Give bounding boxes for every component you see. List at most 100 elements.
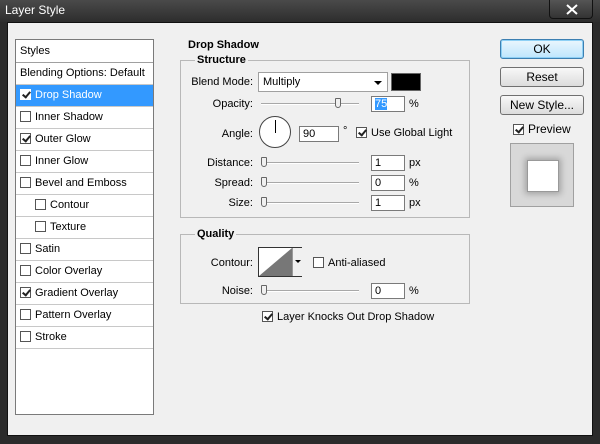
style-item-bevel-and-emboss[interactable]: Bevel and Emboss: [16, 173, 153, 195]
blend-mode-value: Multiply: [263, 76, 301, 88]
style-item-pattern-overlay[interactable]: Pattern Overlay: [16, 305, 153, 327]
close-icon: [566, 4, 578, 15]
style-item-contour[interactable]: Contour: [16, 195, 153, 217]
style-item-inner-glow[interactable]: Inner Glow: [16, 151, 153, 173]
style-item-label: Outer Glow: [35, 133, 91, 145]
opacity-unit: %: [409, 98, 419, 110]
check-icon: [513, 124, 524, 135]
check-icon: [356, 127, 367, 138]
style-item-blending-options-default[interactable]: Blending Options: Default: [16, 63, 153, 85]
blend-mode-select[interactable]: Multiply: [258, 72, 388, 92]
style-item-label: Inner Shadow: [35, 111, 103, 123]
style-item-texture[interactable]: Texture: [16, 217, 153, 239]
style-item-gradient-overlay[interactable]: Gradient Overlay: [16, 283, 153, 305]
spread-input[interactable]: 0: [371, 175, 405, 191]
distance-slider-thumb[interactable]: [261, 157, 267, 167]
contour-curve-icon: [259, 248, 292, 276]
style-item-satin[interactable]: Satin: [16, 239, 153, 261]
layer-style-window: Layer Style Styles Blending Options: Def…: [0, 0, 600, 444]
dialog-body: Styles Blending Options: Default Drop Sha…: [7, 22, 593, 436]
window-title: Layer Style: [5, 3, 66, 17]
distance-label: Distance:: [207, 157, 253, 169]
styles-header: Styles: [16, 40, 153, 63]
ok-button[interactable]: OK: [500, 39, 584, 59]
reset-button[interactable]: Reset: [500, 67, 584, 87]
style-item-label: Drop Shadow: [35, 89, 102, 101]
title-bar[interactable]: Layer Style: [0, 0, 600, 22]
checkbox-box[interactable]: [20, 331, 31, 342]
style-item-color-overlay[interactable]: Color Overlay: [16, 261, 153, 283]
style-item-stroke[interactable]: Stroke: [16, 327, 153, 349]
use-global-light-checkbox[interactable]: Use Global Light: [356, 127, 452, 139]
preview-thumbnail: [510, 143, 574, 207]
size-label: Size:: [228, 197, 253, 209]
style-item-label: Contour: [50, 199, 90, 211]
angle-dial[interactable]: [259, 116, 291, 148]
opacity-label: Opacity:: [212, 98, 253, 110]
structure-group: Structure Blend Mode: Multiply Opacity: …: [180, 54, 470, 218]
structure-title: Structure: [195, 54, 248, 66]
preview-swatch: [527, 160, 559, 192]
size-input[interactable]: 1: [371, 195, 405, 211]
chevron-down-icon[interactable]: [292, 248, 302, 276]
checkbox-box[interactable]: [20, 243, 31, 254]
style-item-label: Texture: [50, 221, 87, 233]
style-item-label: Gradient Overlay: [35, 287, 119, 299]
contour-label: Contour:: [210, 257, 253, 269]
opacity-slider-thumb[interactable]: [335, 98, 341, 108]
checkbox-box[interactable]: [20, 111, 31, 122]
distance-input[interactable]: 1: [371, 155, 405, 171]
check-icon[interactable]: [20, 287, 31, 298]
size-unit: px: [409, 197, 421, 209]
preview-checkbox[interactable]: Preview: [513, 122, 571, 136]
distance-slider[interactable]: [261, 157, 359, 167]
checkbox-box[interactable]: [20, 177, 31, 188]
anti-aliased-checkbox[interactable]: Anti-aliased: [313, 257, 385, 269]
angle-input[interactable]: 90: [299, 126, 339, 142]
style-item-label: Inner Glow: [35, 155, 89, 167]
spread-label: Spread:: [214, 177, 253, 189]
new-style-button[interactable]: New Style...: [500, 95, 584, 115]
check-icon[interactable]: [20, 89, 31, 100]
style-item-label: Blending Options: Default: [20, 67, 145, 79]
noise-unit: %: [409, 285, 419, 297]
angle-label: Angle:: [221, 128, 253, 140]
close-button[interactable]: [549, 0, 593, 19]
noise-label: Noise:: [221, 285, 253, 297]
style-item-drop-shadow[interactable]: Drop Shadow: [16, 85, 153, 107]
style-item-label: Bevel and Emboss: [35, 177, 127, 189]
chevron-down-icon: [374, 81, 382, 85]
opacity-input[interactable]: 75: [371, 96, 405, 112]
style-item-inner-shadow[interactable]: Inner Shadow: [16, 107, 153, 129]
checkbox-box: [313, 257, 324, 268]
layer-knocks-out-checkbox[interactable]: Layer Knocks Out Drop Shadow: [262, 311, 434, 323]
quality-group: Quality Contour: Anti-aliased Noise: 0 %: [180, 228, 470, 304]
checkbox-box[interactable]: [35, 221, 46, 232]
spread-slider-thumb[interactable]: [261, 177, 267, 187]
blend-mode-label: Blend Mode:: [191, 76, 253, 88]
checkbox-box[interactable]: [20, 309, 31, 320]
styles-list: Styles Blending Options: Default Drop Sha…: [15, 39, 154, 415]
noise-input[interactable]: 0: [371, 283, 405, 299]
distance-unit: px: [409, 157, 421, 169]
check-icon[interactable]: [20, 133, 31, 144]
checkbox-box[interactable]: [35, 199, 46, 210]
spread-unit: %: [409, 177, 419, 189]
opacity-slider[interactable]: [261, 98, 359, 108]
style-item-label: Pattern Overlay: [35, 309, 112, 321]
style-item-outer-glow[interactable]: Outer Glow: [16, 129, 153, 151]
checkbox-box[interactable]: [20, 155, 31, 166]
quality-title: Quality: [195, 228, 237, 240]
checkbox-box[interactable]: [20, 265, 31, 276]
spread-slider[interactable]: [261, 177, 359, 187]
check-icon: [262, 311, 273, 322]
size-slider[interactable]: [261, 197, 359, 207]
shadow-color-swatch[interactable]: [391, 73, 421, 91]
size-slider-thumb[interactable]: [261, 197, 267, 207]
angle-unit: °: [343, 125, 348, 137]
contour-picker[interactable]: [258, 247, 302, 277]
style-item-label: Stroke: [35, 331, 67, 343]
noise-slider[interactable]: [261, 285, 359, 295]
style-item-label: Color Overlay: [35, 265, 103, 277]
noise-slider-thumb[interactable]: [261, 285, 267, 295]
